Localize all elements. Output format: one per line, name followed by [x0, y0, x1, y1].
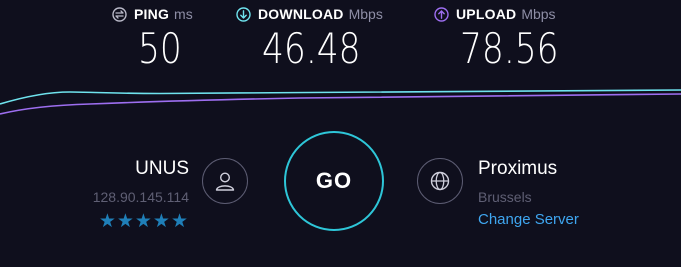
ping-value: 50: [138, 24, 182, 73]
download-header: DOWNLOAD Mbps: [236, 6, 383, 22]
ip-address: 128.90.145.114: [92, 189, 189, 205]
ping-icon: [112, 6, 127, 22]
server-info: Proximus Brussels Change Server: [478, 158, 579, 228]
ping-header: PING ms: [112, 6, 193, 22]
upload-header: UPLOAD Mbps: [434, 6, 580, 22]
upload-value: 78.56: [460, 24, 559, 73]
server-name: Proximus: [478, 158, 558, 179]
go-button-label: GO: [315, 168, 353, 193]
upload-speed-line: [0, 93, 681, 115]
download-label: DOWNLOAD: [258, 6, 344, 22]
speed-graph: [0, 89, 681, 115]
server-location: Brussels: [478, 189, 532, 205]
ping-unit: ms: [174, 6, 193, 22]
upload-arrow-icon: [434, 6, 449, 22]
user-icon: [202, 158, 248, 204]
upload-unit: Mbps: [521, 6, 556, 22]
download-value: 46.48: [262, 24, 361, 73]
download-metric: DOWNLOAD Mbps 46.48: [236, 6, 383, 70]
go-button[interactable]: GO: [284, 131, 384, 231]
download-unit: Mbps: [348, 6, 383, 22]
isp-info: UNUS 128.90.145.114 ★★★★★: [93, 158, 189, 233]
ping-label: PING: [134, 6, 170, 22]
globe-icon: [417, 158, 463, 204]
upload-label: UPLOAD: [456, 6, 517, 22]
isp-rating-stars[interactable]: ★★★★★: [93, 210, 189, 233]
download-arrow-icon: [236, 6, 251, 22]
isp-name: UNUS: [135, 158, 189, 179]
ping-metric: PING ms 50: [112, 6, 193, 70]
change-server-link[interactable]: Change Server: [478, 211, 579, 228]
upload-metric: UPLOAD Mbps 78.56: [434, 6, 580, 70]
